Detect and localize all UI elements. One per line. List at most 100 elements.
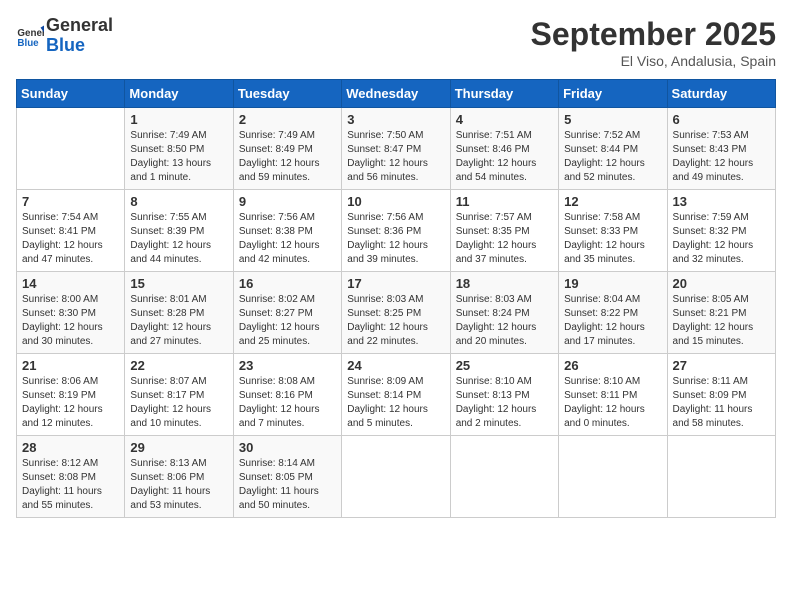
calendar-cell <box>450 436 558 518</box>
header-day-sunday: Sunday <box>17 80 125 108</box>
day-info: Sunrise: 8:11 AM Sunset: 8:09 PM Dayligh… <box>673 375 770 431</box>
week-row-2: 7 Sunrise: 7:54 AM Sunset: 8:41 PM Daylig… <box>17 190 776 272</box>
day-number: 18 <box>456 276 553 291</box>
day-info: Sunrise: 8:03 AM Sunset: 8:24 PM Dayligh… <box>456 293 553 349</box>
day-info: Sunrise: 8:13 AM Sunset: 8:06 PM Dayligh… <box>130 457 227 513</box>
location-subtitle: El Viso, Andalusia, Spain <box>531 53 776 69</box>
day-number: 2 <box>239 112 336 127</box>
day-info: Sunrise: 7:50 AM Sunset: 8:47 PM Dayligh… <box>347 129 444 185</box>
calendar-cell: 4 Sunrise: 7:51 AM Sunset: 8:46 PM Daylig… <box>450 108 558 190</box>
calendar-cell <box>17 108 125 190</box>
day-info: Sunrise: 7:49 AM Sunset: 8:49 PM Dayligh… <box>239 129 336 185</box>
day-number: 29 <box>130 440 227 455</box>
calendar-cell: 21 Sunrise: 8:06 AM Sunset: 8:19 PM Dayli… <box>17 354 125 436</box>
day-number: 8 <box>130 194 227 209</box>
calendar-cell: 18 Sunrise: 8:03 AM Sunset: 8:24 PM Dayli… <box>450 272 558 354</box>
day-info: Sunrise: 8:10 AM Sunset: 8:11 PM Dayligh… <box>564 375 661 431</box>
calendar-header: SundayMondayTuesdayWednesdayThursdayFrid… <box>17 80 776 108</box>
svg-text:Blue: Blue <box>17 38 39 49</box>
logo: General Blue GeneralBlue <box>16 16 113 56</box>
day-number: 3 <box>347 112 444 127</box>
calendar-cell <box>559 436 667 518</box>
day-number: 20 <box>673 276 770 291</box>
calendar-cell: 27 Sunrise: 8:11 AM Sunset: 8:09 PM Dayli… <box>667 354 775 436</box>
day-number: 1 <box>130 112 227 127</box>
header-day-friday: Friday <box>559 80 667 108</box>
day-info: Sunrise: 7:51 AM Sunset: 8:46 PM Dayligh… <box>456 129 553 185</box>
calendar-body: 1 Sunrise: 7:49 AM Sunset: 8:50 PM Daylig… <box>17 108 776 518</box>
week-row-5: 28 Sunrise: 8:12 AM Sunset: 8:08 PM Dayli… <box>17 436 776 518</box>
calendar-cell: 14 Sunrise: 8:00 AM Sunset: 8:30 PM Dayli… <box>17 272 125 354</box>
calendar-cell: 6 Sunrise: 7:53 AM Sunset: 8:43 PM Daylig… <box>667 108 775 190</box>
day-number: 30 <box>239 440 336 455</box>
day-number: 9 <box>239 194 336 209</box>
calendar-cell: 13 Sunrise: 7:59 AM Sunset: 8:32 PM Dayli… <box>667 190 775 272</box>
calendar-cell: 5 Sunrise: 7:52 AM Sunset: 8:44 PM Daylig… <box>559 108 667 190</box>
day-info: Sunrise: 7:59 AM Sunset: 8:32 PM Dayligh… <box>673 211 770 267</box>
week-row-4: 21 Sunrise: 8:06 AM Sunset: 8:19 PM Dayli… <box>17 354 776 436</box>
day-number: 12 <box>564 194 661 209</box>
calendar-cell: 25 Sunrise: 8:10 AM Sunset: 8:13 PM Dayli… <box>450 354 558 436</box>
day-info: Sunrise: 8:10 AM Sunset: 8:13 PM Dayligh… <box>456 375 553 431</box>
day-info: Sunrise: 7:49 AM Sunset: 8:50 PM Dayligh… <box>130 129 227 185</box>
day-info: Sunrise: 8:08 AM Sunset: 8:16 PM Dayligh… <box>239 375 336 431</box>
month-title: September 2025 <box>531 16 776 53</box>
week-row-3: 14 Sunrise: 8:00 AM Sunset: 8:30 PM Dayli… <box>17 272 776 354</box>
day-number: 6 <box>673 112 770 127</box>
day-info: Sunrise: 7:53 AM Sunset: 8:43 PM Dayligh… <box>673 129 770 185</box>
day-number: 7 <box>22 194 119 209</box>
day-info: Sunrise: 8:06 AM Sunset: 8:19 PM Dayligh… <box>22 375 119 431</box>
calendar-cell: 12 Sunrise: 7:58 AM Sunset: 8:33 PM Dayli… <box>559 190 667 272</box>
calendar-cell: 15Sunrise: 8:01 AM Sunset: 8:28 PM Dayli… <box>125 272 233 354</box>
calendar-cell: 20 Sunrise: 8:05 AM Sunset: 8:21 PM Dayli… <box>667 272 775 354</box>
calendar-cell: 17 Sunrise: 8:03 AM Sunset: 8:25 PM Dayli… <box>342 272 450 354</box>
day-info: Sunrise: 7:58 AM Sunset: 8:33 PM Dayligh… <box>564 211 661 267</box>
day-info: Sunrise: 7:55 AM Sunset: 8:39 PM Dayligh… <box>130 211 227 267</box>
calendar-cell: 9 Sunrise: 7:56 AM Sunset: 8:38 PM Daylig… <box>233 190 341 272</box>
calendar-cell: 8 Sunrise: 7:55 AM Sunset: 8:39 PM Daylig… <box>125 190 233 272</box>
day-number: 27 <box>673 358 770 373</box>
calendar-cell: 3 Sunrise: 7:50 AM Sunset: 8:47 PM Daylig… <box>342 108 450 190</box>
day-info: Sunrise: 8:07 AM Sunset: 8:17 PM Dayligh… <box>130 375 227 431</box>
day-number: 28 <box>22 440 119 455</box>
calendar-cell: 2 Sunrise: 7:49 AM Sunset: 8:49 PM Daylig… <box>233 108 341 190</box>
day-number: 25 <box>456 358 553 373</box>
day-info: Sunrise: 8:14 AM Sunset: 8:05 PM Dayligh… <box>239 457 336 513</box>
day-number: 10 <box>347 194 444 209</box>
day-number: 21 <box>22 358 119 373</box>
day-number: 16 <box>239 276 336 291</box>
logo-text: GeneralBlue <box>46 16 113 56</box>
day-number: 13 <box>673 194 770 209</box>
day-info: Sunrise: 8:09 AM Sunset: 8:14 PM Dayligh… <box>347 375 444 431</box>
day-number: 26 <box>564 358 661 373</box>
day-info: Sunrise: 8:05 AM Sunset: 8:21 PM Dayligh… <box>673 293 770 349</box>
calendar-cell: 11 Sunrise: 7:57 AM Sunset: 8:35 PM Dayli… <box>450 190 558 272</box>
calendar-cell: 1 Sunrise: 7:49 AM Sunset: 8:50 PM Daylig… <box>125 108 233 190</box>
calendar-cell <box>667 436 775 518</box>
calendar-table: SundayMondayTuesdayWednesdayThursdayFrid… <box>16 79 776 518</box>
day-info: Sunrise: 7:56 AM Sunset: 8:36 PM Dayligh… <box>347 211 444 267</box>
header-day-thursday: Thursday <box>450 80 558 108</box>
header-day-monday: Monday <box>125 80 233 108</box>
calendar-cell: 26 Sunrise: 8:10 AM Sunset: 8:11 PM Dayli… <box>559 354 667 436</box>
day-info: Sunrise: 8:04 AM Sunset: 8:22 PM Dayligh… <box>564 293 661 349</box>
day-info: Sunrise: 7:57 AM Sunset: 8:35 PM Dayligh… <box>456 211 553 267</box>
page-header: General Blue GeneralBlue September 2025 … <box>16 16 776 69</box>
calendar-cell: 24Sunrise: 8:09 AM Sunset: 8:14 PM Dayli… <box>342 354 450 436</box>
calendar-cell: 28 Sunrise: 8:12 AM Sunset: 8:08 PM Dayli… <box>17 436 125 518</box>
calendar-cell: 19Sunrise: 8:04 AM Sunset: 8:22 PM Dayli… <box>559 272 667 354</box>
day-info: Sunrise: 7:52 AM Sunset: 8:44 PM Dayligh… <box>564 129 661 185</box>
day-info: Sunrise: 7:54 AM Sunset: 8:41 PM Dayligh… <box>22 211 119 267</box>
day-number: 4 <box>456 112 553 127</box>
day-number: 5 <box>564 112 661 127</box>
day-number: 17 <box>347 276 444 291</box>
day-info: Sunrise: 8:12 AM Sunset: 8:08 PM Dayligh… <box>22 457 119 513</box>
title-area: September 2025 El Viso, Andalusia, Spain <box>531 16 776 69</box>
day-info: Sunrise: 7:56 AM Sunset: 8:38 PM Dayligh… <box>239 211 336 267</box>
day-number: 11 <box>456 194 553 209</box>
calendar-cell: 10 Sunrise: 7:56 AM Sunset: 8:36 PM Dayli… <box>342 190 450 272</box>
day-number: 14 <box>22 276 119 291</box>
calendar-cell: 29 Sunrise: 8:13 AM Sunset: 8:06 PM Dayli… <box>125 436 233 518</box>
day-info: Sunrise: 8:03 AM Sunset: 8:25 PM Dayligh… <box>347 293 444 349</box>
day-info: Sunrise: 8:00 AM Sunset: 8:30 PM Dayligh… <box>22 293 119 349</box>
